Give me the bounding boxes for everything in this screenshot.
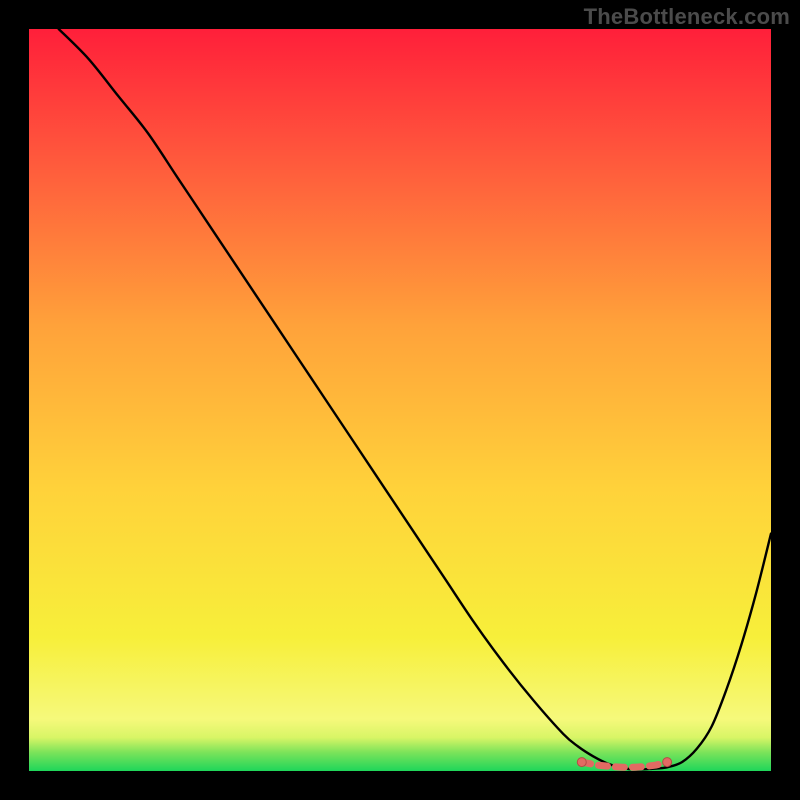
- chart-frame: TheBottleneck.com: [0, 0, 800, 800]
- optimal-range-endpoint: [663, 758, 672, 767]
- watermark-text: TheBottleneck.com: [584, 4, 790, 30]
- optimal-range-endpoint: [577, 758, 586, 767]
- gradient-background: [29, 29, 771, 771]
- chart-svg: [29, 29, 771, 771]
- plot-area: [29, 29, 771, 771]
